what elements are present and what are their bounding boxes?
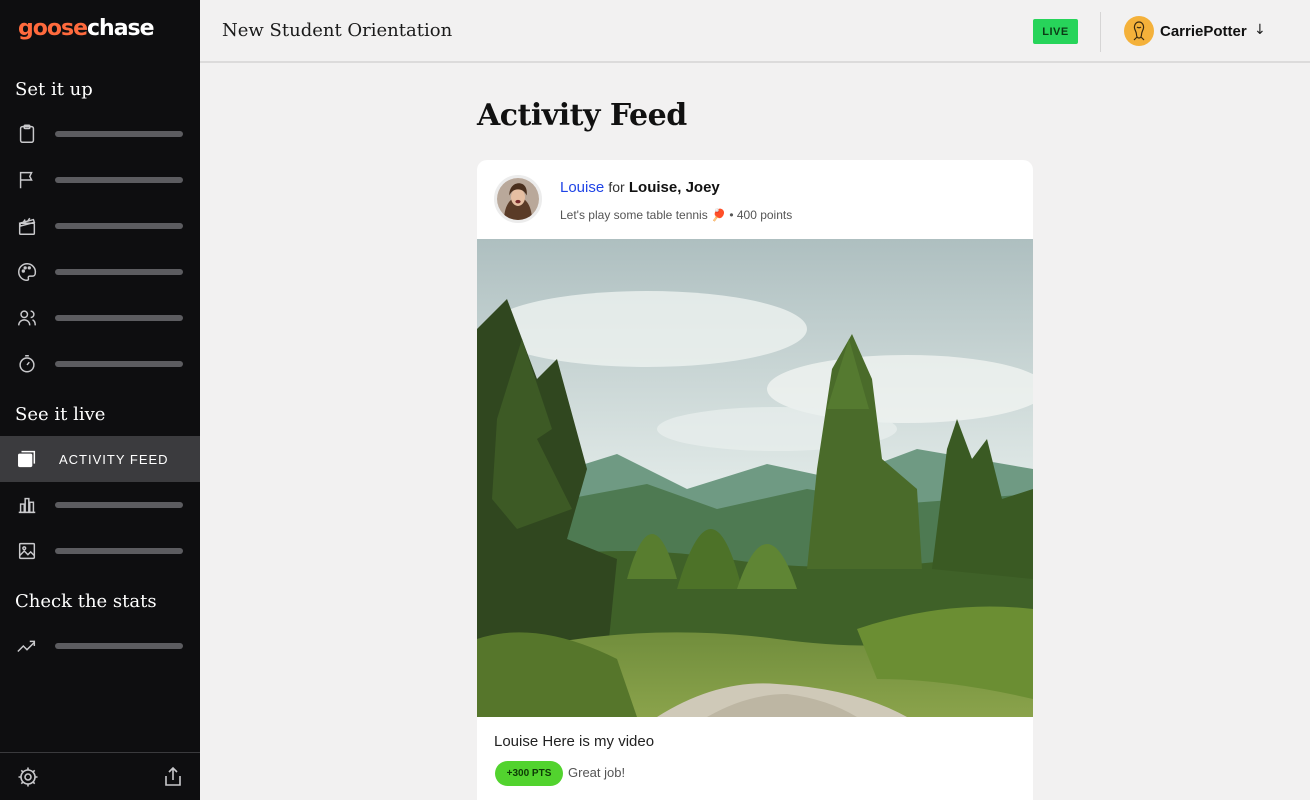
goosechase-logo[interactable]: goosechase [18,16,155,41]
stopwatch-icon [16,353,38,375]
status-badge: LIVE [1033,19,1078,44]
clapperboard-icon [16,215,38,237]
sidebar-item-gallery[interactable] [0,528,200,574]
sidebar-item-placeholder [55,223,183,229]
caption-author[interactable]: Louise [494,733,538,750]
post-header: Louise for Louise, Joey [560,179,720,196]
post-for-label: for [608,179,625,195]
sidebar-item-stats[interactable] [0,623,200,669]
avatar[interactable] [1124,16,1154,46]
activity-post-card: Louise for Louise, Joey Let's play some … [477,160,1033,800]
post-author-avatar[interactable] [494,175,542,223]
sidebar-item-palette[interactable] [0,249,200,295]
sidebar-item-placeholder [55,643,183,649]
sidebar-item-placeholder [55,131,183,137]
sidebar-item-placeholder [55,315,183,321]
sidebar-item-placeholder [55,548,183,554]
post-caption: Louise Here is my video [494,733,654,750]
sidebar-item-missions[interactable] [0,111,200,157]
logo-goose: goose [18,16,88,41]
feed-icon [16,448,38,470]
clipboard-icon [16,123,38,145]
sidebar-item-clapper[interactable] [0,203,200,249]
image-icon [16,540,38,562]
section-check-the-stats: Check the stats [15,591,157,612]
users-icon [16,307,38,329]
sidebar-item-placeholder [55,361,183,367]
header-divider [1100,12,1101,52]
caption-text: Here is my video [542,733,655,750]
chevron-down-icon[interactable]: ↓ [1254,22,1266,38]
sidebar-divider [0,752,200,753]
flag-icon [16,169,38,191]
share-icon[interactable] [161,765,185,789]
gear-icon[interactable] [16,765,40,789]
post-team-name[interactable]: Louise, Joey [629,179,720,196]
palette-icon [16,261,38,283]
sidebar-item-activity-feed[interactable]: ACTIVITY FEED [0,436,200,482]
post-photo[interactable] [477,239,1033,717]
sidebar-item-placeholder [55,269,183,275]
sidebar: goosechase Set it up See it live ACTIVIT… [0,0,200,800]
logo-chase: chase [87,16,155,41]
sidebar-item-label: ACTIVITY FEED [59,451,169,467]
page-title: New Student Orientation [222,20,453,41]
post-comment: Great job! [568,765,626,780]
feed-title: Activity Feed [477,98,687,133]
top-header: New Student Orientation LIVE CarriePotte… [200,0,1310,63]
trend-icon [16,635,38,657]
sidebar-item-timer[interactable] [0,341,200,387]
post-mission-info[interactable]: Let's play some table tennis 🏓 • 400 poi… [560,208,792,222]
sidebar-item-leaderboard[interactable] [0,482,200,528]
sidebar-item-placeholder [55,177,183,183]
sidebar-item-users[interactable] [0,295,200,341]
points-badge[interactable]: +300 PTS [495,761,563,786]
sidebar-item-placeholder [55,502,183,508]
sidebar-item-flag[interactable] [0,157,200,203]
post-author-link[interactable]: Louise [560,179,604,196]
section-see-it-live: See it live [15,404,106,425]
bar-chart-icon [16,494,38,516]
user-name[interactable]: CarriePotter [1160,23,1247,40]
section-set-it-up: Set it up [15,79,93,100]
